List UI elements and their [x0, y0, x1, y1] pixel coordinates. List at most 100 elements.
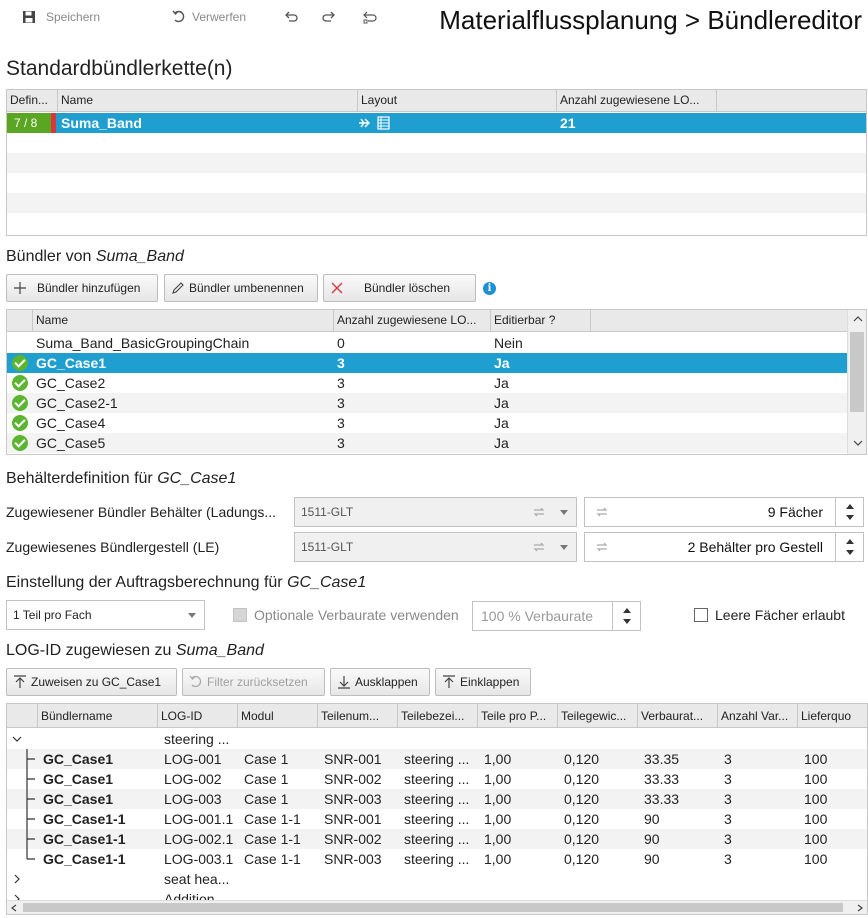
redo-button[interactable]: [322, 10, 336, 22]
scroll-right-icon[interactable]: [857, 904, 863, 912]
group-row[interactable]: steering ...: [7, 729, 867, 749]
chevron-right-icon[interactable]: [14, 874, 20, 884]
bundler-row[interactable]: GC_Case5 3 Ja: [7, 433, 848, 453]
row-delivery: 100: [804, 751, 828, 767]
group-label: steering ...: [164, 731, 230, 747]
logid-row[interactable]: GC_Case1-1 LOG-001.1 Case 1-1 SNR-001 steeri…: [7, 809, 867, 829]
spin-down-icon[interactable]: [846, 550, 854, 555]
collapse-button[interactable]: Einklappen: [435, 668, 531, 696]
scroll-down-icon[interactable]: [853, 440, 863, 446]
row-variants: 3: [724, 791, 732, 807]
history-button[interactable]: [362, 10, 378, 24]
expand-button[interactable]: Ausklappen: [330, 668, 430, 696]
rename-bundler-button[interactable]: Bündler umbenennen: [164, 274, 318, 302]
col-header-bundler[interactable]: Bündlername: [38, 704, 158, 728]
bundler-row[interactable]: Suma_Band_BasicGroupingChain 0 Nein: [7, 333, 848, 353]
rate-spinbox[interactable]: 100 % Verbaurate: [472, 601, 641, 631]
col-header-definition[interactable]: Defin...: [7, 90, 58, 112]
spin-down-icon[interactable]: [846, 515, 854, 520]
col-header-tree[interactable]: [7, 704, 38, 728]
bundler-row[interactable]: GC_Case4 3 Ja: [7, 413, 848, 433]
container-title: Behälterdefinition für GC_Case1: [6, 470, 236, 488]
rack-select[interactable]: 1511-GLT: [294, 532, 577, 562]
col-header-name[interactable]: Name: [58, 90, 358, 112]
spin-up-icon[interactable]: [846, 539, 854, 544]
bundler-name: GC_Case5: [36, 435, 106, 451]
delete-x-icon: [330, 281, 344, 295]
bundlers-scrollbar[interactable]: [847, 310, 866, 454]
spin-buttons[interactable]: [835, 533, 863, 561]
check-circle-icon: [12, 435, 28, 451]
col-header-name[interactable]: Name: [33, 310, 334, 332]
bundler-row[interactable]: GC_Case2 3 Ja: [7, 373, 848, 393]
undo-button[interactable]: [284, 10, 298, 22]
scroll-thumb[interactable]: [23, 903, 843, 912]
empty-slots-checkbox[interactable]: [694, 608, 708, 622]
group-row[interactable]: seat hea...: [7, 869, 867, 889]
spin-down-icon[interactable]: [623, 619, 631, 624]
spin-up-icon[interactable]: [846, 504, 854, 509]
col-header-variants[interactable]: Anzahl Var...: [718, 704, 798, 728]
delete-bundler-label: Bündler löschen: [364, 281, 451, 295]
horizontal-scrollbar[interactable]: [7, 900, 867, 914]
col-header-installrate[interactable]: Verbaurat...: [638, 704, 718, 728]
spin-up-icon[interactable]: [623, 608, 631, 613]
bundler-count: 0: [337, 335, 345, 351]
info-icon[interactable]: i: [483, 282, 496, 295]
col-header-weight[interactable]: Teilegewic...: [558, 704, 638, 728]
logid-row[interactable]: GC_Case1-1 LOG-003.1 Case 1-1 SNR-003 steeri…: [7, 849, 867, 869]
bundlers-title-prefix: Bündler von: [6, 248, 96, 265]
discard-button[interactable]: Verwerfen: [172, 10, 246, 24]
col-header-parts-per-p[interactable]: Teile pro P...: [478, 704, 558, 728]
scroll-up-icon[interactable]: [853, 316, 863, 322]
delete-bundler-button[interactable]: Bündler löschen: [323, 274, 476, 302]
row-installrate: 33.35: [644, 751, 680, 767]
container-label: Zugewiesener Bündler Behälter (Ladungs..…: [6, 504, 277, 520]
col-header-delivery[interactable]: Lieferquo: [798, 704, 867, 728]
col-header-module[interactable]: Modul: [238, 704, 318, 728]
col-header-partname[interactable]: Teilebezei...: [398, 704, 478, 728]
col-header-count[interactable]: Anzahl zugewiesene LO...: [557, 90, 717, 112]
row-logid: LOG-001.1: [164, 811, 234, 827]
col-header-logid[interactable]: LOG-ID: [158, 704, 238, 728]
bundlers-title-name: Suma_Band: [95, 248, 184, 265]
assign-button[interactable]: Zuweisen zu GC_Case1: [6, 668, 177, 696]
col-header-editable[interactable]: Editierbar ?: [491, 310, 591, 332]
chevron-down-icon[interactable]: [12, 736, 22, 742]
empty-row: [7, 173, 866, 193]
logid-row[interactable]: GC_Case1 LOG-003 Case 1 SNR-003 steering ...…: [7, 789, 867, 809]
bundler-editable: Ja: [494, 435, 509, 451]
order-mode-select[interactable]: 1 Teil pro Fach: [6, 600, 205, 630]
slots-spinbox[interactable]: 9 Fächer: [584, 497, 864, 527]
bundler-row[interactable]: GC_Case1 3 Ja: [7, 353, 848, 373]
logid-row[interactable]: GC_Case1 LOG-001 Case 1 SNR-001 steering ...…: [7, 749, 867, 769]
row-partname: steering ...: [404, 751, 470, 767]
plus-icon: [13, 281, 27, 295]
containers-per-rack-spinbox[interactable]: 2 Behälter pro Gestell: [584, 532, 864, 562]
chain-row[interactable]: 7 / 8 Suma_Band 21: [7, 113, 866, 133]
add-bundler-button[interactable]: Bündler hinzufügen: [6, 274, 158, 302]
logid-title: LOG-ID zugewiesen zu Suma_Band: [6, 642, 264, 660]
save-button[interactable]: Speichern: [22, 10, 100, 24]
reset-filter-button[interactable]: Filter zurücksetzen: [182, 668, 325, 696]
row-installrate: 90: [644, 811, 660, 827]
scroll-left-icon[interactable]: [11, 904, 17, 912]
optional-rate-label: Optionale Verbaurate verwenden: [254, 607, 459, 623]
bundler-row[interactable]: GC_Case2-1 3 Ja: [7, 393, 848, 413]
col-header-status[interactable]: [7, 310, 33, 332]
row-module: Case 1-1: [244, 811, 301, 827]
row-module: Case 1-1: [244, 851, 301, 867]
logid-row[interactable]: GC_Case1-1 LOG-002.1 Case 1-1 SNR-002 steeri…: [7, 829, 867, 849]
optional-rate-checkbox[interactable]: [233, 608, 247, 622]
row-module: Case 1: [244, 791, 289, 807]
container-select[interactable]: 1511-GLT: [294, 497, 577, 527]
spin-buttons[interactable]: [835, 498, 863, 526]
scroll-thumb[interactable]: [850, 332, 864, 412]
collapse-icon: [442, 675, 456, 689]
spin-buttons[interactable]: [612, 602, 640, 630]
col-header-layout[interactable]: Layout: [358, 90, 557, 112]
col-header-partnumber[interactable]: Teilenum...: [318, 704, 398, 728]
order-title-prefix: Einstellung der Auftragsberechnung für: [6, 574, 288, 591]
logid-row[interactable]: GC_Case1 LOG-002 Case 1 SNR-002 steering ...…: [7, 769, 867, 789]
col-header-count[interactable]: Anzahl zugewiesene LO...: [334, 310, 491, 332]
